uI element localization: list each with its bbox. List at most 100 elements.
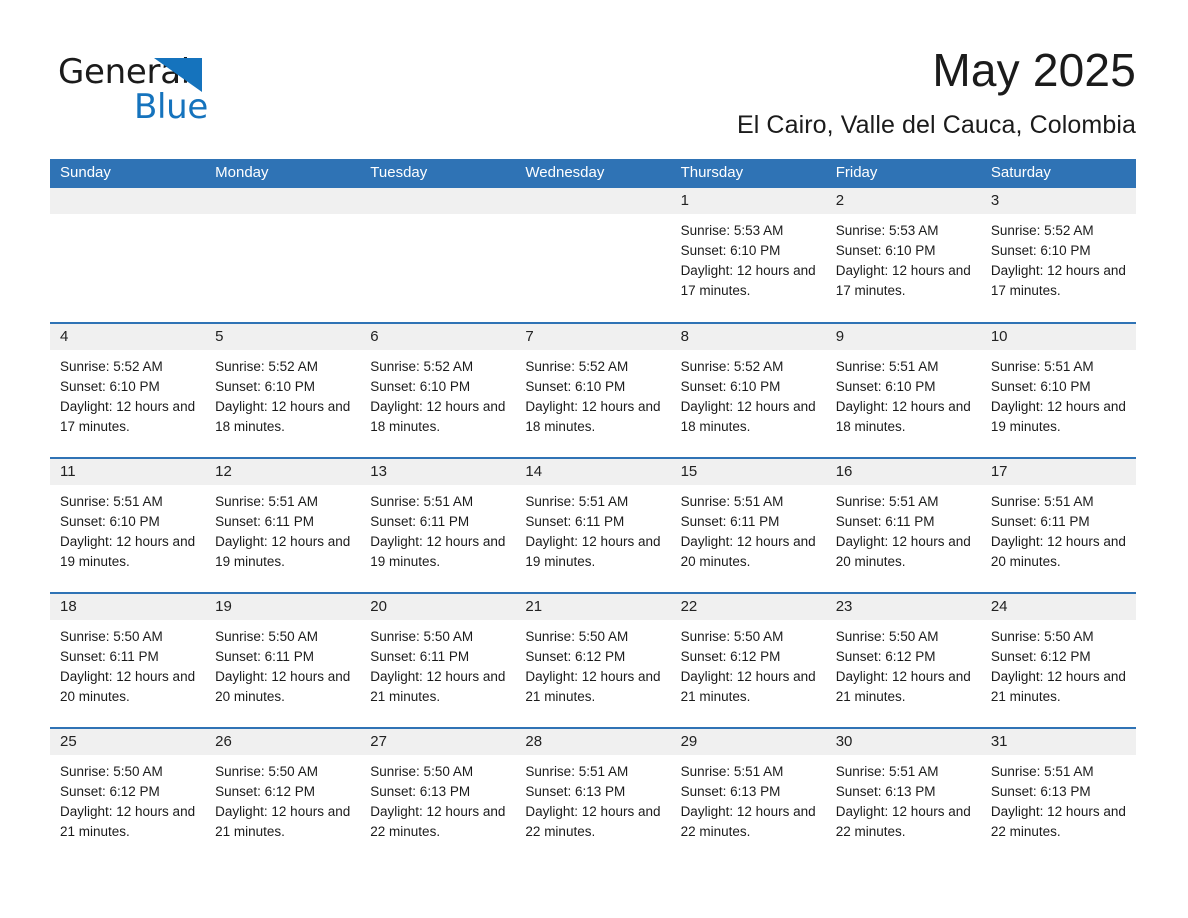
calendar-day-cell[interactable]: 7 Sunrise: 5:52 AM Sunset: 6:10 PM Daylig… [515, 322, 671, 458]
day-number: 15 [670, 459, 826, 485]
day-number: 1 [670, 188, 826, 214]
calendar-day-cell[interactable]: 12 Sunrise: 5:51 AM Sunset: 6:11 PM Dayli… [205, 457, 361, 593]
weekday-header-tuesday: Tuesday [360, 159, 516, 188]
day-number: 22 [670, 594, 826, 620]
calendar-day-cell[interactable]: 26 Sunrise: 5:50 AM Sunset: 6:12 PM Dayli… [205, 727, 361, 863]
day-sun-details: Sunrise: 5:50 AM Sunset: 6:11 PM Dayligh… [60, 629, 196, 704]
day-number: 17 [980, 459, 1136, 485]
calendar-day-cell[interactable]: 17 Sunrise: 5:51 AM Sunset: 6:11 PM Dayli… [980, 457, 1136, 593]
day-sun-details [205, 214, 360, 221]
day-number [205, 188, 361, 214]
day-sun-details: Sunrise: 5:51 AM Sunset: 6:10 PM Dayligh… [60, 494, 196, 569]
month-calendar: Sunday Monday Tuesday Wednesday Thursday… [50, 159, 1136, 863]
calendar-day-cell[interactable]: 23 Sunrise: 5:50 AM Sunset: 6:12 PM Dayli… [825, 592, 981, 728]
day-sun-details: Sunrise: 5:51 AM Sunset: 6:13 PM Dayligh… [835, 764, 971, 839]
day-number: 25 [50, 729, 206, 755]
day-sun-details: Sunrise: 5:50 AM Sunset: 6:12 PM Dayligh… [680, 629, 816, 704]
day-sun-details: Sunrise: 5:51 AM Sunset: 6:10 PM Dayligh… [990, 359, 1126, 434]
day-number: 11 [50, 459, 206, 485]
weekday-header-friday: Friday [825, 159, 981, 188]
calendar-day-cell[interactable]: 5 Sunrise: 5:52 AM Sunset: 6:10 PM Daylig… [205, 322, 361, 458]
day-sun-details: Sunrise: 5:51 AM Sunset: 6:13 PM Dayligh… [525, 764, 661, 839]
day-sun-details: Sunrise: 5:52 AM Sunset: 6:10 PM Dayligh… [525, 359, 661, 434]
day-sun-details: Sunrise: 5:51 AM Sunset: 6:11 PM Dayligh… [370, 494, 506, 569]
calendar-day-cell[interactable]: 16 Sunrise: 5:51 AM Sunset: 6:11 PM Dayli… [825, 457, 981, 593]
weekday-header-row: Sunday Monday Tuesday Wednesday Thursday… [50, 159, 1136, 188]
calendar-day-cell[interactable]: 13 Sunrise: 5:51 AM Sunset: 6:11 PM Dayli… [360, 457, 516, 593]
calendar-day-cell[interactable]: 6 Sunrise: 5:52 AM Sunset: 6:10 PM Daylig… [360, 322, 516, 458]
calendar-day-cell[interactable]: 25 Sunrise: 5:50 AM Sunset: 6:12 PM Dayli… [50, 727, 206, 863]
day-number: 10 [980, 324, 1136, 350]
day-sun-details: Sunrise: 5:50 AM Sunset: 6:11 PM Dayligh… [370, 629, 506, 704]
calendar-cell-empty [205, 188, 361, 323]
calendar-week-row: 11 Sunrise: 5:51 AM Sunset: 6:10 PM Dayli… [50, 457, 1136, 593]
calendar-week-row: 18 Sunrise: 5:50 AM Sunset: 6:11 PM Dayli… [50, 592, 1136, 728]
page-title: May 2025 [932, 44, 1136, 96]
day-number: 16 [825, 459, 981, 485]
brand-logo[interactable]: General Blue [58, 52, 288, 132]
calendar-day-cell[interactable]: 15 Sunrise: 5:51 AM Sunset: 6:11 PM Dayli… [670, 457, 826, 593]
calendar-day-cell[interactable]: 10 Sunrise: 5:51 AM Sunset: 6:10 PM Dayli… [980, 322, 1136, 458]
day-number: 14 [515, 459, 671, 485]
day-sun-details: Sunrise: 5:50 AM Sunset: 6:11 PM Dayligh… [215, 629, 351, 704]
day-number: 20 [360, 594, 516, 620]
day-sun-details: Sunrise: 5:51 AM Sunset: 6:13 PM Dayligh… [990, 764, 1126, 839]
day-sun-details: Sunrise: 5:53 AM Sunset: 6:10 PM Dayligh… [835, 223, 971, 298]
calendar-week-row: 4 Sunrise: 5:52 AM Sunset: 6:10 PM Daylig… [50, 322, 1136, 458]
day-sun-details: Sunrise: 5:51 AM Sunset: 6:13 PM Dayligh… [680, 764, 816, 839]
day-number: 21 [515, 594, 671, 620]
day-sun-details [360, 214, 515, 221]
day-number: 12 [205, 459, 361, 485]
day-sun-details: Sunrise: 5:51 AM Sunset: 6:11 PM Dayligh… [525, 494, 661, 569]
calendar-day-cell[interactable]: 21 Sunrise: 5:50 AM Sunset: 6:12 PM Dayli… [515, 592, 671, 728]
calendar-day-cell[interactable]: 4 Sunrise: 5:52 AM Sunset: 6:10 PM Daylig… [50, 322, 206, 458]
calendar-day-cell[interactable]: 3 Sunrise: 5:52 AM Sunset: 6:10 PM Daylig… [980, 188, 1136, 323]
weekday-header-sunday: Sunday [50, 159, 206, 188]
day-number: 29 [670, 729, 826, 755]
day-number: 24 [980, 594, 1136, 620]
day-sun-details: Sunrise: 5:53 AM Sunset: 6:10 PM Dayligh… [680, 223, 816, 298]
calendar-day-cell[interactable]: 11 Sunrise: 5:51 AM Sunset: 6:10 PM Dayli… [50, 457, 206, 593]
day-number: 3 [980, 188, 1136, 214]
day-sun-details: Sunrise: 5:51 AM Sunset: 6:11 PM Dayligh… [215, 494, 351, 569]
day-number: 30 [825, 729, 981, 755]
calendar-day-cell[interactable]: 27 Sunrise: 5:50 AM Sunset: 6:13 PM Dayli… [360, 727, 516, 863]
calendar-day-cell[interactable]: 9 Sunrise: 5:51 AM Sunset: 6:10 PM Daylig… [825, 322, 981, 458]
calendar-day-cell[interactable]: 20 Sunrise: 5:50 AM Sunset: 6:11 PM Dayli… [360, 592, 516, 728]
calendar-day-cell[interactable]: 31 Sunrise: 5:51 AM Sunset: 6:13 PM Dayli… [980, 727, 1136, 863]
day-sun-details: Sunrise: 5:52 AM Sunset: 6:10 PM Dayligh… [215, 359, 351, 434]
day-sun-details: Sunrise: 5:52 AM Sunset: 6:10 PM Dayligh… [990, 223, 1126, 298]
calendar-week-row: 25 Sunrise: 5:50 AM Sunset: 6:12 PM Dayli… [50, 727, 1136, 863]
day-sun-details: Sunrise: 5:51 AM Sunset: 6:11 PM Dayligh… [835, 494, 971, 569]
calendar-cell-empty [515, 188, 671, 323]
calendar-day-cell[interactable]: 18 Sunrise: 5:50 AM Sunset: 6:11 PM Dayli… [50, 592, 206, 728]
day-sun-details: Sunrise: 5:50 AM Sunset: 6:12 PM Dayligh… [990, 629, 1126, 704]
calendar-body: 1 Sunrise: 5:53 AM Sunset: 6:10 PM Daylig… [50, 188, 1136, 863]
location-subtitle: El Cairo, Valle del Cauca, Colombia [736, 111, 1136, 139]
page-header: General Blue May 2025 El Cairo, Valle de… [50, 38, 1136, 148]
weekday-header-thursday: Thursday [670, 159, 826, 188]
calendar-day-cell[interactable]: 24 Sunrise: 5:50 AM Sunset: 6:12 PM Dayli… [980, 592, 1136, 728]
day-sun-details: Sunrise: 5:51 AM Sunset: 6:11 PM Dayligh… [990, 494, 1126, 569]
calendar-day-cell[interactable]: 1 Sunrise: 5:53 AM Sunset: 6:10 PM Daylig… [670, 188, 826, 323]
day-number: 23 [825, 594, 981, 620]
calendar-day-cell[interactable]: 2 Sunrise: 5:53 AM Sunset: 6:10 PM Daylig… [825, 188, 981, 323]
calendar-day-cell[interactable]: 8 Sunrise: 5:52 AM Sunset: 6:10 PM Daylig… [670, 322, 826, 458]
calendar-day-cell[interactable]: 22 Sunrise: 5:50 AM Sunset: 6:12 PM Dayli… [670, 592, 826, 728]
calendar-day-cell[interactable]: 14 Sunrise: 5:51 AM Sunset: 6:11 PM Dayli… [515, 457, 671, 593]
calendar-page: General Blue May 2025 El Cairo, Valle de… [0, 0, 1188, 918]
day-number: 18 [50, 594, 206, 620]
calendar-cell-empty [360, 188, 516, 323]
day-number: 27 [360, 729, 516, 755]
day-sun-details: Sunrise: 5:50 AM Sunset: 6:12 PM Dayligh… [60, 764, 196, 839]
calendar-day-cell[interactable]: 29 Sunrise: 5:51 AM Sunset: 6:13 PM Dayli… [670, 727, 826, 863]
day-sun-details [515, 214, 670, 221]
calendar-day-cell[interactable]: 30 Sunrise: 5:51 AM Sunset: 6:13 PM Dayli… [825, 727, 981, 863]
day-number: 9 [825, 324, 981, 350]
day-number: 19 [205, 594, 361, 620]
calendar-day-cell[interactable]: 19 Sunrise: 5:50 AM Sunset: 6:11 PM Dayli… [205, 592, 361, 728]
day-number: 5 [205, 324, 361, 350]
calendar-day-cell[interactable]: 28 Sunrise: 5:51 AM Sunset: 6:13 PM Dayli… [515, 727, 671, 863]
day-number: 28 [515, 729, 671, 755]
day-number: 2 [825, 188, 981, 214]
